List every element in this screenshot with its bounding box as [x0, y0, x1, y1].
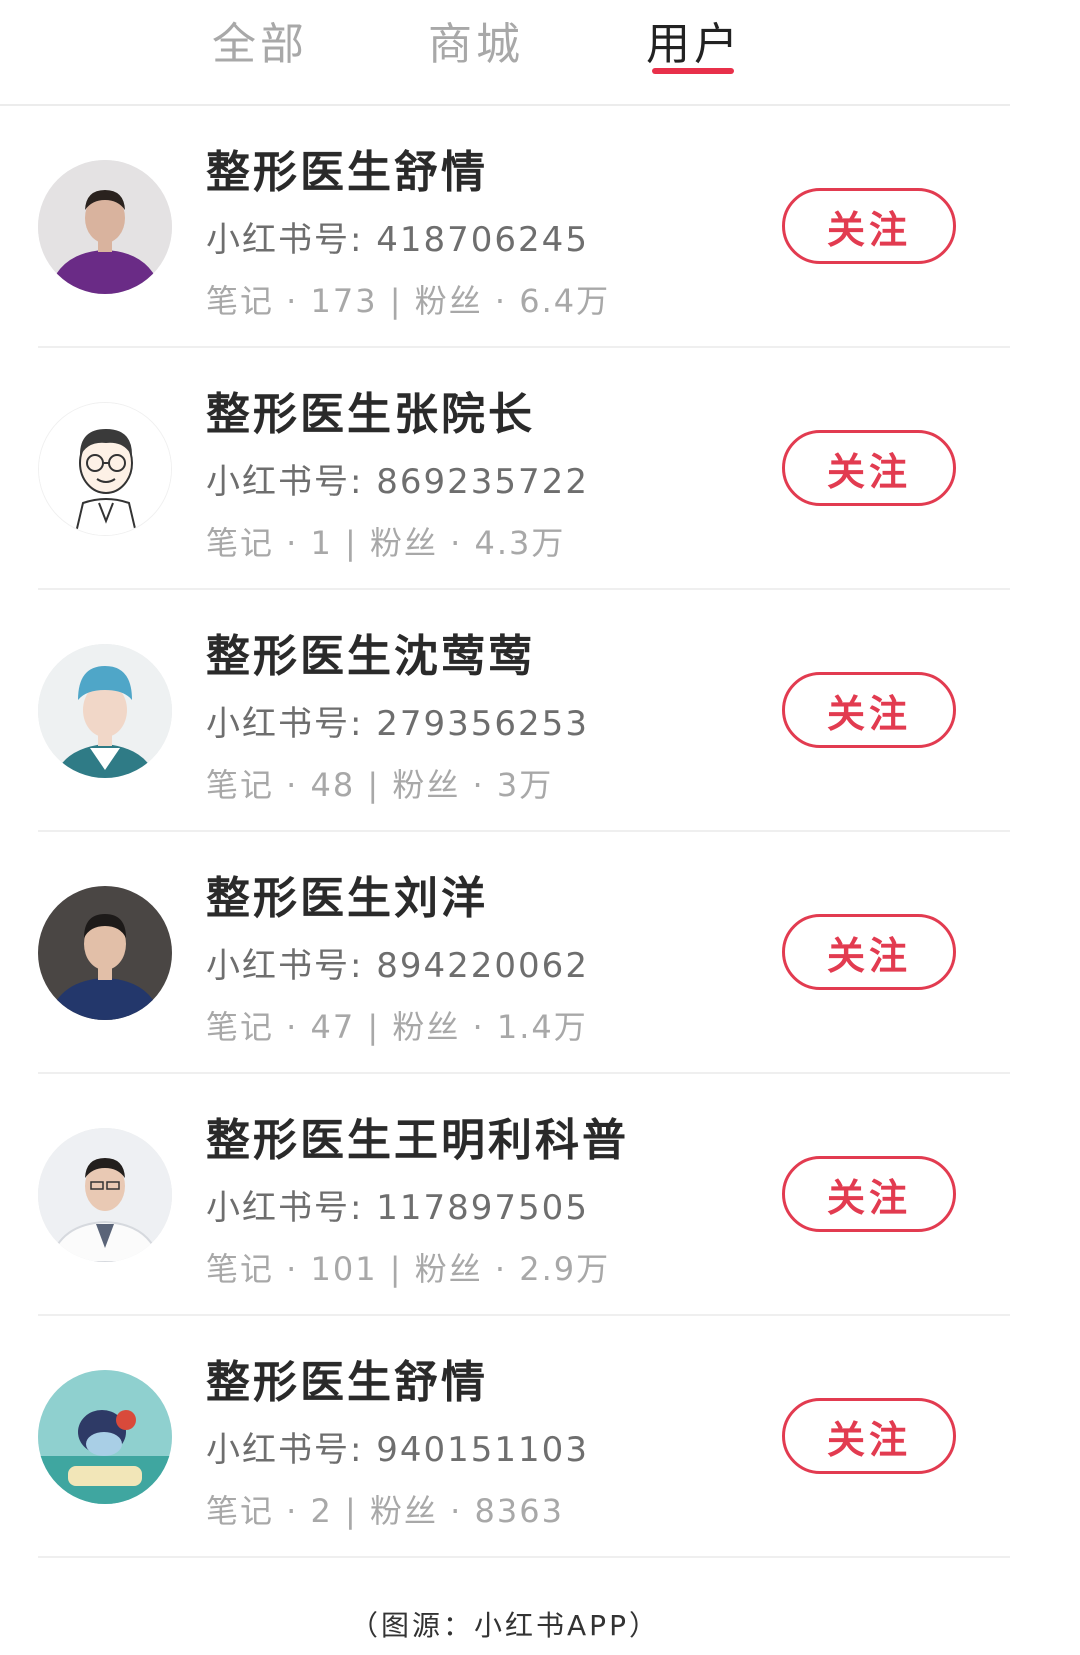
tab-users[interactable]: 用户	[646, 8, 742, 72]
list-item[interactable]: 整形医生刘洋 小红书号: 894220062 笔记 · 47 | 粉丝 · 1.…	[38, 832, 1010, 1074]
user-stats: 笔记 · 173 | 粉丝 · 6.4万	[206, 282, 611, 320]
follow-button[interactable]: 关注	[782, 188, 956, 264]
user-stats: 笔记 · 1 | 粉丝 · 4.3万	[206, 524, 566, 562]
follow-button[interactable]: 关注	[782, 430, 956, 506]
avatar[interactable]	[38, 160, 172, 294]
follow-button[interactable]: 关注	[782, 672, 956, 748]
tab-all[interactable]: 全部	[212, 8, 308, 72]
avatar[interactable]	[38, 644, 172, 778]
list-item[interactable]: 整形医生舒情 小红书号: 418706245 笔记 · 173 | 粉丝 · 6…	[38, 106, 1010, 348]
user-id: 小红书号: 869235722	[206, 462, 589, 502]
user-name[interactable]: 整形医生刘洋	[206, 862, 488, 926]
user-name[interactable]: 整形医生张院长	[206, 378, 535, 442]
list-item[interactable]: 整形医生舒情 小红书号: 940151103 笔记 · 2 | 粉丝 · 836…	[38, 1316, 1010, 1558]
user-name[interactable]: 整形医生王明利科普	[206, 1104, 629, 1168]
list-item[interactable]: 整形医生张院长 小红书号: 869235722 笔记 · 1 | 粉丝 · 4.…	[38, 348, 1010, 590]
user-id: 小红书号: 117897505	[206, 1188, 589, 1228]
avatar[interactable]	[38, 886, 172, 1020]
list-item[interactable]: 整形医生王明利科普 小红书号: 117897505 笔记 · 101 | 粉丝 …	[38, 1074, 1010, 1316]
avatar[interactable]	[38, 1370, 172, 1504]
follow-button[interactable]: 关注	[782, 1398, 956, 1474]
follow-button[interactable]: 关注	[782, 1156, 956, 1232]
user-stats: 笔记 · 101 | 粉丝 · 2.9万	[206, 1250, 611, 1288]
user-stats: 笔记 · 2 | 粉丝 · 8363	[206, 1492, 564, 1530]
list-item[interactable]: 整形医生沈莺莺 小红书号: 279356253 笔记 · 48 | 粉丝 · 3…	[38, 590, 1010, 832]
active-tab-indicator	[652, 68, 734, 74]
tab-mall[interactable]: 商城	[428, 8, 524, 72]
image-source-caption: （图源：小红书APP）	[350, 1609, 660, 1642]
user-name[interactable]: 整形医生沈莺莺	[206, 620, 535, 684]
user-stats: 笔记 · 48 | 粉丝 · 3万	[206, 766, 554, 804]
avatar[interactable]	[38, 1128, 172, 1262]
user-stats: 笔记 · 47 | 粉丝 · 1.4万	[206, 1008, 588, 1046]
follow-button[interactable]: 关注	[782, 914, 956, 990]
user-id: 小红书号: 279356253	[206, 704, 589, 744]
search-results-page: 全部 商城 用户 整形医生舒情 小红书号: 418706245 笔记 · 173…	[0, 0, 1080, 1655]
avatar[interactable]	[38, 402, 172, 536]
user-id: 小红书号: 894220062	[206, 946, 589, 986]
user-id: 小红书号: 940151103	[206, 1430, 589, 1470]
user-list: 整形医生舒情 小红书号: 418706245 笔记 · 173 | 粉丝 · 6…	[0, 106, 1010, 1558]
user-name[interactable]: 整形医生舒情	[206, 136, 488, 200]
user-id: 小红书号: 418706245	[206, 220, 589, 260]
user-name[interactable]: 整形医生舒情	[206, 1346, 488, 1410]
tab-bar: 全部 商城 用户	[0, 0, 1010, 106]
